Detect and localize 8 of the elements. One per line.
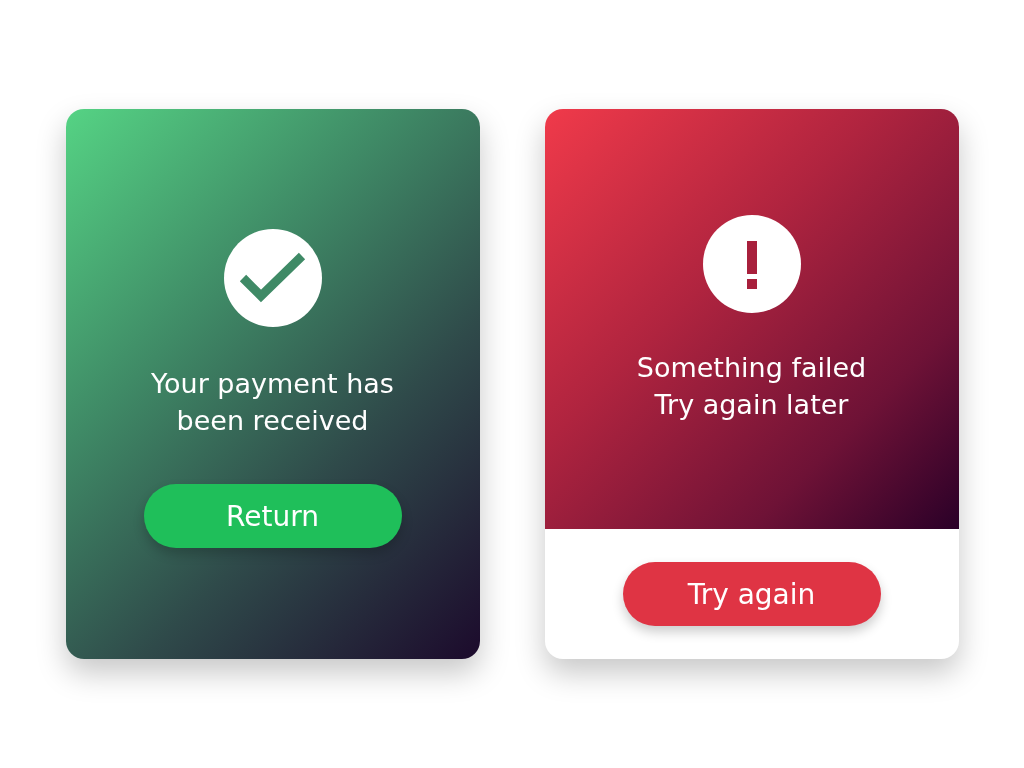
message-text: been received xyxy=(175,404,370,438)
retry-button[interactable]: Try again xyxy=(622,562,881,626)
message-text: Something failed xyxy=(636,351,867,385)
check-circle-icon xyxy=(223,229,322,327)
exclamation-circle-icon xyxy=(702,215,801,313)
message-text: Try again later xyxy=(653,388,850,422)
message-text: Your payment has xyxy=(151,367,394,401)
return-button[interactable]: Return xyxy=(143,484,402,548)
